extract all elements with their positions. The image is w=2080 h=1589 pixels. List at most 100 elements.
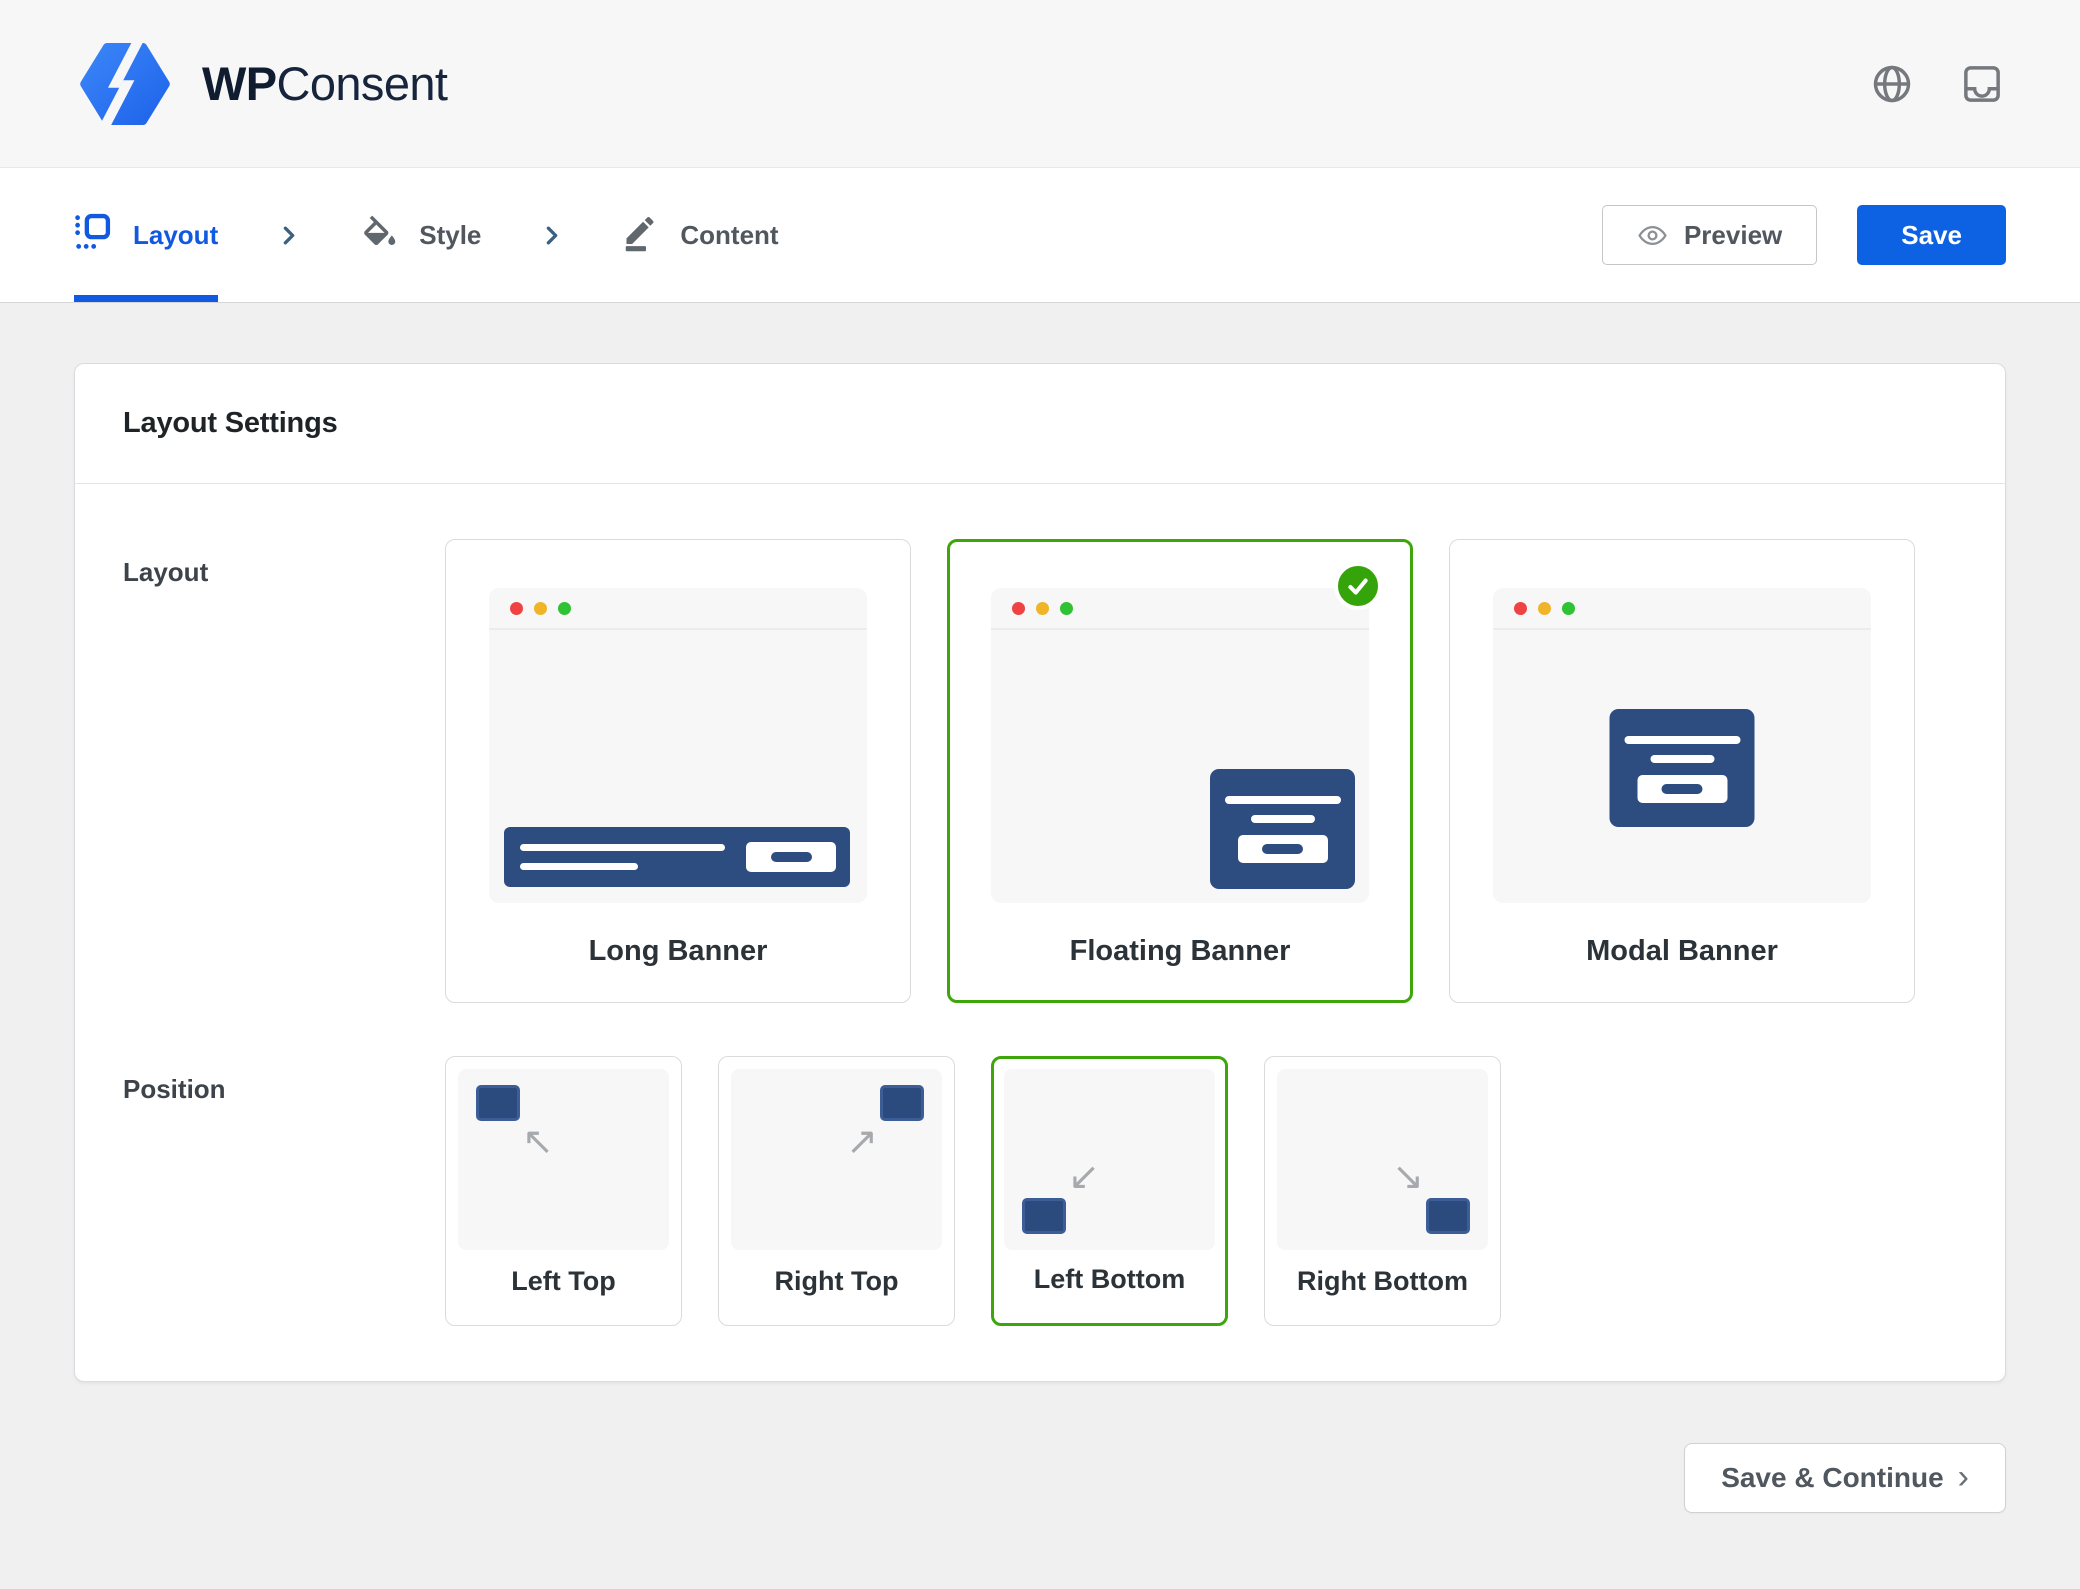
position-option-left-top[interactable]: ↖ Left Top — [445, 1056, 682, 1326]
content-icon — [622, 212, 658, 259]
browser-mockup — [991, 588, 1369, 903]
layout-option-floating-banner[interactable]: Floating Banner — [947, 539, 1413, 1003]
position-option-right-bottom[interactable]: ↘ Right Bottom — [1264, 1056, 1501, 1326]
chevron-right-icon: › — [1958, 1460, 1969, 1494]
browser-body — [489, 632, 867, 903]
window-dot-yellow — [534, 602, 547, 615]
tab-style-label: Style — [419, 220, 481, 251]
position-section-label: Position — [123, 1056, 445, 1326]
banner-button-graphic — [1238, 835, 1328, 863]
tab-content-label: Content — [680, 220, 778, 251]
layout-settings-panel: Layout Settings Layout — [74, 363, 2006, 1382]
chevron-right-icon — [539, 223, 564, 248]
tab-style[interactable]: Style — [359, 168, 481, 302]
window-dot-yellow — [1036, 602, 1049, 615]
window-dot-yellow — [1538, 602, 1551, 615]
header-icon-group — [1870, 62, 2004, 106]
globe-icon[interactable] — [1870, 62, 1914, 106]
banner-position-square — [476, 1085, 520, 1121]
arrow-up-right-icon: ↗ — [846, 1123, 878, 1161]
wordmark-bold: WP — [202, 57, 277, 110]
inbox-icon[interactable] — [1960, 62, 2004, 106]
eye-icon — [1637, 220, 1668, 251]
panel-body: Layout — [75, 484, 2005, 1381]
banner-button-pill — [771, 852, 812, 862]
wpconsent-logo-icon — [76, 42, 174, 126]
position-setting-row: Position ↖ Left Top ↗ — [123, 1056, 1957, 1326]
position-option-label: Left Bottom — [994, 1264, 1225, 1295]
position-option-right-top[interactable]: ↗ Right Top — [718, 1056, 955, 1326]
banner-position-square — [880, 1085, 924, 1121]
position-preview: ↘ — [1277, 1069, 1488, 1250]
panel-title: Layout Settings — [123, 407, 338, 440]
preview-button-label: Preview — [1684, 222, 1782, 248]
position-options: ↖ Left Top ↗ Right Top — [445, 1056, 1501, 1326]
window-dot-green — [1060, 602, 1073, 615]
long-banner-graphic — [504, 827, 850, 887]
window-dot-green — [558, 602, 571, 615]
banner-position-square — [1022, 1198, 1066, 1234]
save-button[interactable]: Save — [1857, 205, 2006, 265]
window-dot-red — [1514, 602, 1527, 615]
app-header: WPConsent — [0, 0, 2080, 168]
selected-check-icon — [1334, 562, 1382, 610]
tab-layout[interactable]: Layout — [74, 168, 218, 302]
position-preview: ↗ — [731, 1069, 942, 1250]
layout-option-label: Floating Banner — [950, 935, 1410, 968]
tab-group: Layout Style — [74, 168, 779, 302]
window-dot-red — [510, 602, 523, 615]
layout-option-modal-banner[interactable]: Modal Banner — [1449, 539, 1915, 1003]
browser-titlebar — [991, 588, 1369, 630]
browser-body — [991, 632, 1369, 903]
banner-button-pill — [1662, 784, 1703, 794]
position-preview: ↖ — [458, 1069, 669, 1250]
footer-actions: Save & Continue › — [74, 1443, 2006, 1513]
layout-options: Long Banner — [445, 539, 1915, 1003]
arrow-down-right-icon: ↘ — [1392, 1158, 1424, 1196]
modal-banner-graphic — [1610, 709, 1755, 827]
layout-option-label: Long Banner — [446, 935, 910, 968]
style-icon — [359, 215, 397, 256]
browser-mockup — [489, 588, 867, 903]
banner-text-line — [1225, 796, 1341, 804]
position-option-label: Right Top — [719, 1266, 954, 1297]
banner-button-graphic — [746, 842, 836, 872]
save-continue-label: Save & Continue — [1721, 1464, 1943, 1492]
banner-text-line — [1650, 755, 1714, 763]
position-option-label: Left Top — [446, 1266, 681, 1297]
tab-layout-label: Layout — [133, 220, 218, 251]
banner-button-pill — [1262, 844, 1303, 854]
layout-setting-row: Layout — [123, 539, 1957, 1003]
window-dot-red — [1012, 602, 1025, 615]
position-option-label: Right Bottom — [1265, 1266, 1500, 1297]
layout-option-label: Modal Banner — [1450, 935, 1914, 968]
banner-text-line — [1251, 815, 1315, 823]
wordmark-regular: Consent — [277, 57, 448, 110]
tabbar-actions: Preview Save — [1602, 205, 2006, 265]
arrow-up-left-icon: ↖ — [522, 1123, 554, 1161]
brand-logo: WPConsent — [76, 42, 447, 126]
brand-wordmark: WPConsent — [202, 56, 447, 111]
browser-body — [1493, 632, 1871, 903]
browser-titlebar — [1493, 588, 1871, 630]
banner-position-square — [1426, 1198, 1470, 1234]
browser-mockup — [1493, 588, 1871, 903]
preview-button[interactable]: Preview — [1602, 205, 1817, 265]
chevron-right-icon — [276, 223, 301, 248]
tab-content[interactable]: Content — [622, 168, 778, 302]
position-preview: ↙ — [1004, 1069, 1215, 1250]
tab-bar: Layout Style — [0, 168, 2080, 303]
window-dot-green — [1562, 602, 1575, 615]
arrow-down-left-icon: ↙ — [1068, 1158, 1100, 1196]
position-option-left-bottom[interactable]: ↙ Left Bottom — [991, 1056, 1228, 1326]
banner-text-line — [520, 863, 638, 870]
main-content: Layout Settings Layout — [0, 303, 2080, 1513]
floating-banner-graphic — [1210, 769, 1355, 889]
layout-option-long-banner[interactable]: Long Banner — [445, 539, 911, 1003]
layout-section-label: Layout — [123, 539, 445, 1003]
save-continue-button[interactable]: Save & Continue › — [1684, 1443, 2006, 1513]
browser-titlebar — [489, 588, 867, 630]
layout-icon — [74, 213, 111, 257]
banner-button-graphic — [1637, 775, 1727, 803]
banner-text-line — [520, 844, 725, 851]
